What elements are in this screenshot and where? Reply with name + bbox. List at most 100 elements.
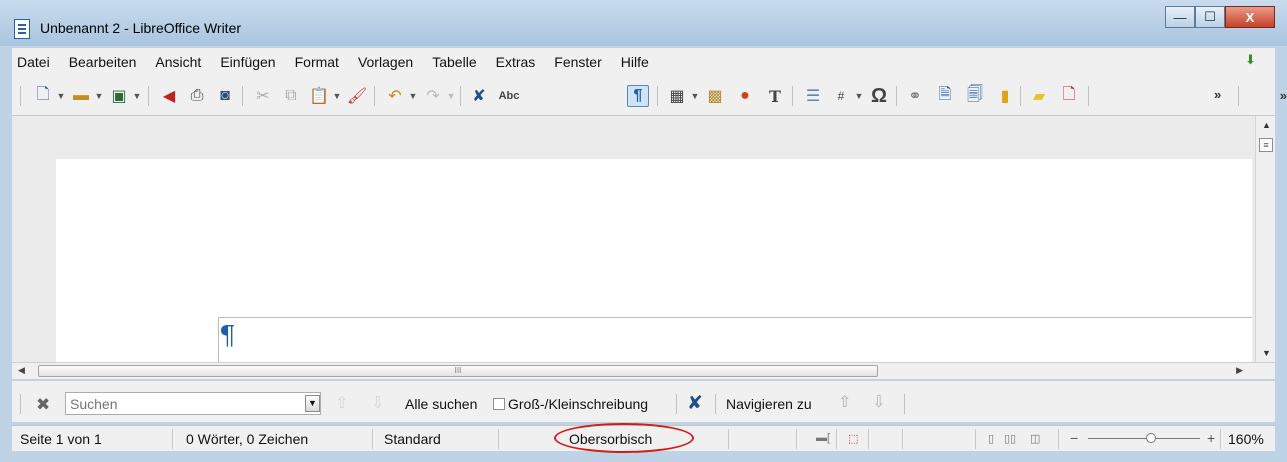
- single-page-view-icon[interactable]: ▯: [988, 432, 994, 445]
- horizontal-scrollbar[interactable]: ◀ III ▶: [12, 362, 1275, 379]
- zoom-in-button[interactable]: +: [1207, 430, 1215, 446]
- statusbar-separator: [728, 429, 729, 449]
- clone-formatting-icon[interactable]: 🖌: [346, 85, 368, 107]
- page-style[interactable]: Standard: [384, 431, 441, 447]
- menu-fenster[interactable]: Fenster: [554, 54, 601, 70]
- table-dropdown-icon[interactable]: ▼: [690, 85, 700, 107]
- menu-ansicht[interactable]: Ansicht: [155, 54, 201, 70]
- scroll-grip-icon[interactable]: ≡: [1259, 138, 1273, 152]
- paste-dropdown-icon[interactable]: ▼: [332, 85, 342, 107]
- endnote-icon[interactable]: 🗐: [964, 85, 986, 107]
- toolbar-handle[interactable]: [20, 394, 21, 414]
- formatting-marks-icon[interactable]: ¶: [627, 85, 649, 107]
- field-dropdown-icon[interactable]: ▼: [854, 85, 864, 107]
- scroll-right-icon[interactable]: ▶: [1236, 365, 1243, 376]
- document-modified-icon[interactable]: ⬚: [848, 432, 858, 445]
- scroll-up-icon[interactable]: ▲: [1262, 120, 1271, 130]
- bookmark-icon[interactable]: ▮: [994, 85, 1016, 107]
- toolbar-overflow-outer-button[interactable]: »: [1280, 88, 1287, 103]
- save-icon[interactable]: ▣: [108, 85, 130, 107]
- print-preview-icon[interactable]: ◙: [214, 85, 236, 107]
- close-button[interactable]: X: [1225, 6, 1275, 28]
- menu-vorlagen[interactable]: Vorlagen: [358, 54, 413, 70]
- new-document-icon[interactable]: 🗋: [32, 85, 54, 107]
- track-changes-icon[interactable]: 🗋: [1058, 85, 1080, 107]
- field-icon[interactable]: #: [830, 85, 852, 107]
- find-all-button[interactable]: Alle suchen: [405, 396, 477, 412]
- find-previous-icon[interactable]: ⇧: [335, 393, 348, 413]
- statusbar-separator: [1220, 429, 1221, 449]
- navigate-down-icon[interactable]: ⇩: [872, 392, 885, 412]
- menu-datei[interactable]: Datei: [17, 54, 50, 70]
- redo-dropdown-icon[interactable]: ▼: [446, 85, 456, 107]
- document-area: ¶ ▲ ≡ ▼: [12, 116, 1275, 362]
- copy-icon[interactable]: ⧉: [280, 85, 302, 107]
- horizontal-scroll-thumb[interactable]: III: [38, 365, 878, 377]
- word-count[interactable]: 0 Wörter, 0 Zeichen: [186, 431, 308, 447]
- statusbar-separator: [975, 429, 976, 449]
- match-case-label[interactable]: Groß-/Kleinschreibung: [508, 396, 648, 412]
- scroll-left-icon[interactable]: ◀: [18, 365, 25, 376]
- text-box-icon[interactable]: T: [764, 85, 786, 107]
- export-pdf-icon[interactable]: ◀: [158, 85, 180, 107]
- status-bar: Seite 1 von 1 0 Wörter, 0 Zeichen Standa…: [12, 423, 1275, 453]
- redo-icon[interactable]: ↷: [422, 85, 444, 107]
- menu-hilfe[interactable]: Hilfe: [621, 54, 649, 70]
- match-case-checkbox[interactable]: [493, 398, 505, 410]
- book-view-icon[interactable]: ◫: [1030, 432, 1040, 445]
- open-dropdown-icon[interactable]: ▼: [94, 85, 104, 107]
- zoom-level[interactable]: 160%: [1228, 431, 1264, 447]
- navigate-to-label: Navigieren zu: [726, 396, 812, 412]
- new-dropdown-icon[interactable]: ▼: [56, 85, 66, 107]
- paste-icon[interactable]: 📋: [308, 85, 330, 107]
- toolbar-separator: [657, 86, 658, 106]
- search-history-dropdown[interactable]: ▼: [305, 395, 320, 412]
- print-icon[interactable]: ⎙: [186, 85, 208, 107]
- zoom-slider-knob[interactable]: [1146, 433, 1156, 443]
- spellcheck-icon[interactable]: Abc: [498, 85, 520, 107]
- menu-bar: Datei Bearbeiten Ansicht Einfügen Format…: [12, 48, 1275, 75]
- menu-format[interactable]: Format: [295, 54, 339, 70]
- toolbar-handle[interactable]: [20, 86, 21, 106]
- statusbar-separator: [796, 429, 797, 449]
- maximize-button[interactable]: ☐: [1195, 6, 1225, 28]
- open-folder-icon[interactable]: ▬: [70, 85, 92, 107]
- insert-mode-icon[interactable]: ▬[: [816, 432, 830, 444]
- image-icon[interactable]: ▩: [704, 85, 726, 107]
- search-input[interactable]: [65, 392, 321, 415]
- undo-icon[interactable]: ↶: [384, 85, 406, 107]
- menu-bearbeiten[interactable]: Bearbeiten: [69, 54, 137, 70]
- find-toolbar: ✖ ▼ ⇧ ⇩ Alle suchen Groß-/Kleinschreibun…: [12, 380, 1275, 422]
- hyperlink-icon[interactable]: ⚭: [904, 85, 926, 107]
- close-find-icon[interactable]: ✖: [36, 395, 50, 415]
- update-available-icon[interactable]: ⬇: [1245, 53, 1259, 66]
- special-character-icon[interactable]: Ω: [868, 85, 890, 107]
- undo-dropdown-icon[interactable]: ▼: [408, 85, 418, 107]
- find-replace-icon[interactable]: ✘: [468, 85, 490, 107]
- toolbar-separator: [242, 86, 243, 106]
- zoom-out-button[interactable]: −: [1070, 430, 1078, 446]
- toolbar-overflow-button[interactable]: »: [1214, 87, 1221, 102]
- menu-einfuegen[interactable]: Einfügen: [220, 54, 275, 70]
- scroll-down-icon[interactable]: ▼: [1262, 348, 1271, 358]
- find-next-icon[interactable]: ⇩: [371, 393, 384, 413]
- minimize-button[interactable]: —: [1165, 6, 1195, 28]
- title-bar[interactable]: Unbenannt 2 - LibreOffice Writer — ☐ X: [0, 0, 1287, 46]
- footnote-icon[interactable]: 🗎: [934, 85, 956, 107]
- page-count[interactable]: Seite 1 von 1: [20, 431, 102, 447]
- chart-icon[interactable]: ●: [734, 85, 756, 107]
- multi-page-view-icon[interactable]: ▯▯: [1004, 432, 1016, 445]
- menu-tabelle[interactable]: Tabelle: [432, 54, 476, 70]
- findbar-separator: [715, 394, 716, 414]
- navigate-up-icon[interactable]: ⇧: [838, 392, 851, 412]
- zoom-slider[interactable]: [1088, 438, 1200, 439]
- vertical-scrollbar[interactable]: ▲ ≡ ▼: [1255, 116, 1275, 362]
- menu-extras[interactable]: Extras: [496, 54, 536, 70]
- save-dropdown-icon[interactable]: ▼: [132, 85, 142, 107]
- find-replace-dialog-icon[interactable]: ✘: [683, 392, 707, 416]
- table-icon[interactable]: ▦: [666, 85, 688, 107]
- page-break-icon[interactable]: ☰: [802, 85, 824, 107]
- findbar-separator: [676, 394, 677, 414]
- comment-icon[interactable]: ▰: [1028, 85, 1050, 107]
- cut-icon[interactable]: ✂: [252, 85, 274, 107]
